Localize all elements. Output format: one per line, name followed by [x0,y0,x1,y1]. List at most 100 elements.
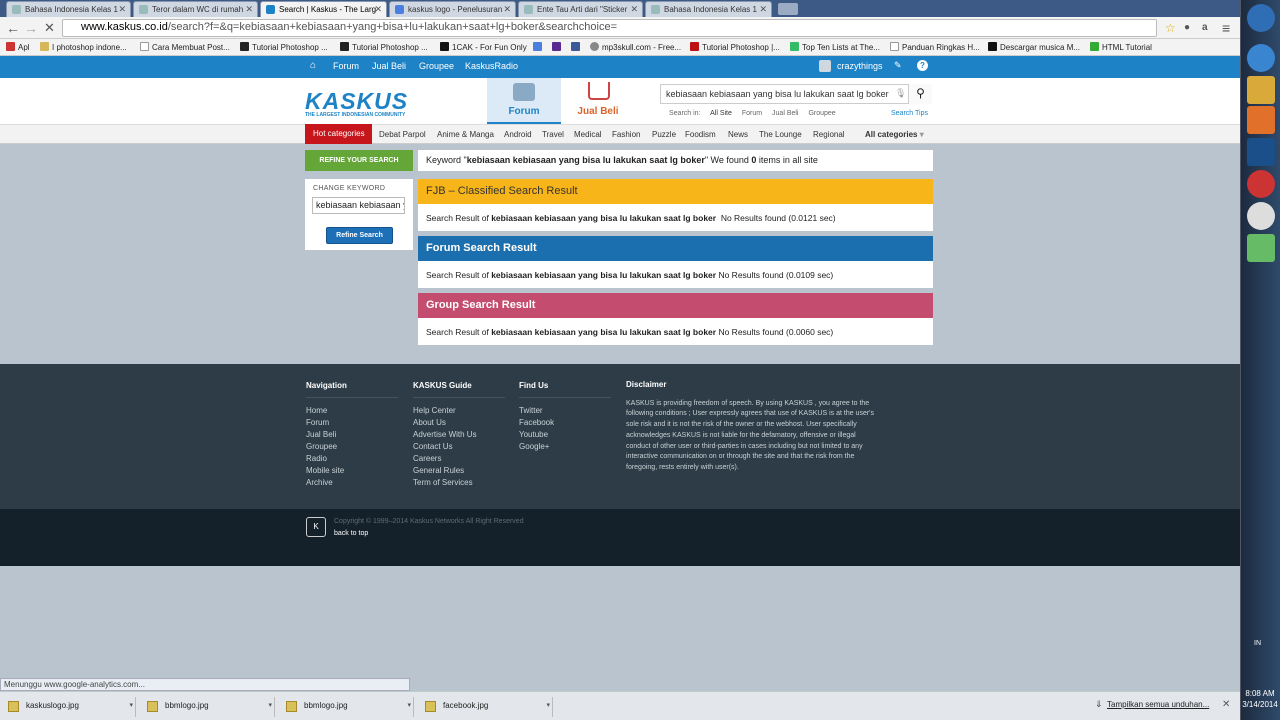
footer-link[interactable]: Groupee [306,441,398,453]
bookmark-item[interactable]: Cara Membuat Post... [140,42,230,52]
category-item[interactable]: Foodism [685,130,716,139]
topnav-jualbeli[interactable]: Jual Beli [372,61,406,71]
search-in-jualbeli[interactable]: Jual Beli [772,110,798,117]
language-indicator[interactable]: IN [1254,640,1261,647]
system-clock[interactable]: 8:08 AM 3/14/2014 [1240,688,1280,710]
bookmark-item[interactable]: Tutorial Photoshop |... [690,42,780,52]
category-item[interactable]: The Lounge [759,130,802,139]
category-item[interactable]: Anime & Manga [437,130,494,139]
category-item[interactable]: Travel [542,130,564,139]
search-in-groupee[interactable]: Groupee [808,110,835,117]
chrome-icon[interactable] [1247,202,1275,230]
bookmark-item[interactable]: Apl [6,42,30,52]
chevron-down-icon[interactable]: ▾ [268,701,272,709]
menu-icon[interactable]: ≡ [1222,19,1230,37]
media-player-icon[interactable] [1247,106,1275,134]
footer-link[interactable]: Youtube [519,429,611,441]
close-tab-icon[interactable]: ✕ [245,4,253,15]
search-in-forum[interactable]: Forum [742,110,762,117]
browser-tab-active[interactable]: Search | Kaskus - The Larg ✕ [260,1,387,17]
category-item[interactable]: Fashion [612,130,640,139]
close-tab-icon[interactable]: ✕ [759,4,767,15]
avatar[interactable] [819,60,831,72]
browser-tab[interactable]: Ente Tau Arti dari "Sticker ✕ [518,1,643,17]
category-item[interactable]: News [728,130,748,139]
refine-search-button[interactable]: Refine Search [326,227,393,244]
bookmark-item[interactable]: mp3skull.com - Free... [590,42,681,52]
topnav-kaskusradio[interactable]: KaskusRadio [465,61,518,71]
forward-arrow-icon[interactable]: → [24,19,38,37]
footer-link[interactable]: Careers [413,453,505,465]
footer-link[interactable]: Advertise With Us [413,429,505,441]
jualbeli-tab[interactable]: Jual Beli [561,78,635,124]
category-item[interactable]: Medical [574,130,602,139]
footer-link[interactable]: Contact Us [413,441,505,453]
help-icon[interactable]: ? [917,60,928,71]
microphone-icon[interactable]: 🎙 [895,88,906,99]
search-input[interactable]: kebiasaan kebiasaan yang bisa lu lakukan… [660,84,932,104]
category-item[interactable]: Puzzle [652,130,676,139]
new-tab-button[interactable] [778,3,798,15]
footer-link[interactable]: Term of Services [413,477,505,489]
footer-link[interactable]: Twitter [519,405,611,417]
footer-link[interactable]: About Us [413,417,505,429]
show-all-downloads-link[interactable]: Tampilkan semua unduhan... [1107,700,1209,709]
category-item[interactable]: Android [504,130,532,139]
footer-link[interactable]: Help Center [413,405,505,417]
edit-pencil-icon[interactable]: ✎ [894,60,902,71]
category-item[interactable]: Regional [813,130,845,139]
home-icon[interactable]: ⌂ [310,60,316,71]
close-downloads-icon[interactable]: ✕ [1222,699,1230,710]
footer-link[interactable]: Facebook [519,417,611,429]
back-to-top-link[interactable]: back to top [334,530,368,537]
footer-link[interactable]: Jual Beli [306,429,398,441]
bookmark-item[interactable]: Descargar musica M... [988,42,1080,52]
download-item[interactable]: facebook.jpg ▾ [417,697,553,717]
bookmark-item[interactable]: Tutorial Photoshop ... [340,42,428,52]
bookmark-item[interactable] [533,42,545,52]
footer-link[interactable]: General Rules [413,465,505,477]
extension-icon[interactable]: ● [1184,19,1190,37]
bookmark-item[interactable]: 1CAK - For Fun Only [440,42,527,52]
kaskus-logo[interactable]: KASKUS THE LARGEST INDONESIAN COMMUNITY [305,90,427,119]
browser-tab[interactable]: kaskus logo - Penelusuran ✕ [389,1,516,17]
category-item[interactable]: Debat Parpol [379,130,426,139]
download-item[interactable]: bbmlogo.jpg ▾ [278,697,414,717]
file-explorer-icon[interactable] [1247,76,1275,104]
username[interactable]: crazythings [837,61,883,71]
download-item[interactable]: kaskuslogo.jpg ▾ [0,697,136,717]
footer-link[interactable]: Radio [306,453,398,465]
url-field[interactable]: www.kaskus.co.id/search?f=&q=kebiasaan+k… [62,19,1157,37]
browser-tab[interactable]: Teror dalam WC di rumah ✕ [133,1,258,17]
close-tab-icon[interactable]: ✕ [630,4,638,15]
search-tips-link[interactable]: Search Tips [891,110,928,117]
close-tab-icon[interactable]: ✕ [503,4,511,15]
footer-link[interactable]: Mobile site [306,465,398,477]
start-button-icon[interactable] [1247,4,1275,32]
chevron-down-icon[interactable]: ▾ [407,701,411,709]
photoshop-icon[interactable] [1247,138,1275,166]
stop-loading-icon[interactable]: ✕ [44,19,55,37]
footer-link[interactable]: Home [306,405,398,417]
footer-link[interactable]: Forum [306,417,398,429]
app-icon[interactable] [1247,170,1275,198]
chevron-down-icon[interactable]: ▾ [129,701,133,709]
close-tab-icon[interactable]: ✕ [118,4,126,15]
app-icon[interactable] [1247,234,1275,262]
bookmark-item[interactable] [552,42,564,52]
bookmark-item[interactable]: HTML Tutorial [1090,42,1152,52]
chevron-down-icon[interactable]: ▾ [546,701,550,709]
bookmark-item[interactable]: Tutorial Photoshop ... [240,42,328,52]
bookmark-item[interactable]: I photoshop indone... [40,42,127,52]
topnav-forum[interactable]: Forum [333,61,359,71]
back-arrow-icon[interactable]: ← [6,19,20,37]
footer-link[interactable]: Google+ [519,441,611,453]
bookmark-item[interactable]: Top Ten Lists at The... [790,42,880,52]
browser-tab[interactable]: Bahasa Indonesia Kelas 1 ✕ [645,1,772,17]
topnav-groupee[interactable]: Groupee [419,61,454,71]
browser-tab[interactable]: Bahasa Indonesia Kelas 1 ✕ [6,1,131,17]
search-in-allsite[interactable]: All Site [710,110,732,117]
all-categories-dropdown[interactable]: All categories ▾ [865,130,924,139]
bookmark-star-icon[interactable]: ☆ [1165,19,1176,37]
keyword-input[interactable]: kebiasaan kebiasaan yang [312,197,405,214]
